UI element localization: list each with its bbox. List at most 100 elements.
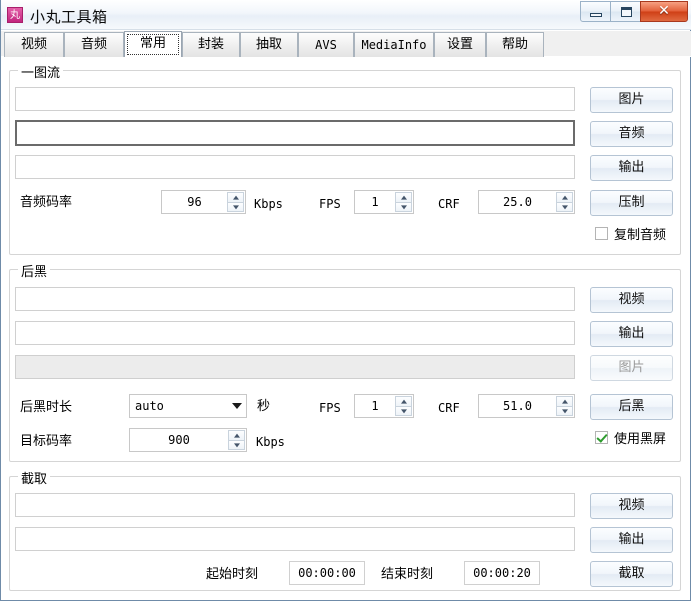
onepic-fps-spin-buttons[interactable] [395,192,412,212]
onepic-audio-bitrate-label: 音频码率 [20,195,73,210]
blacktail-kbps-label: Kbps [256,435,285,449]
group-one-pic-stream-title: 一图流 [18,62,64,81]
onepic-image-button[interactable]: 图片 [590,87,673,113]
tab-mux[interactable]: 封装 [182,32,240,57]
window-title: 小丸工具箱 [30,8,108,26]
onepic-crf-label: CRF [438,197,460,211]
blacktail-crf-label: CRF [438,401,460,415]
onepic-copy-audio-checkbox[interactable]: 复制音频 [595,224,666,243]
onepic-audio-path-input[interactable] [15,120,575,146]
blacktail-duration-select[interactable]: auto [129,394,247,418]
blacktail-crf-up-button[interactable] [556,396,573,406]
cut-end-time-input[interactable]: 00:00:20 [464,561,540,585]
onepic-fps-down-button[interactable] [395,202,412,212]
close-button[interactable]: ✕ [640,1,688,22]
blacktail-crf-down-button[interactable] [556,406,573,416]
blacktail-output-button[interactable]: 输出 [590,321,673,347]
blacktail-video-path-input[interactable] [15,287,575,311]
onepic-fps-up-button[interactable] [395,192,412,202]
cut-output-button[interactable]: 输出 [590,527,673,553]
blacktail-use-black-screen-checkbox-box[interactable] [595,431,608,444]
blacktail-use-black-screen-checkbox[interactable]: 使用黑屏 [595,428,666,447]
blacktail-run-button[interactable]: 后黑 [590,394,673,420]
tab-help[interactable]: 帮助 [486,32,544,57]
tab-mediainfo[interactable]: MediaInfo [354,32,434,57]
cut-output-path-input[interactable] [15,527,575,551]
blacktail-target-bitrate-stepper[interactable]: 900 [129,428,247,452]
onepic-crf-down-button[interactable] [556,202,573,212]
onepic-crf-stepper[interactable]: 25.0 [478,190,575,214]
title-bar: 丸 小丸工具箱 ✕ [1,0,691,30]
onepic-audio-bitrate-stepper[interactable]: 96 [161,190,246,214]
blacktail-fps-up-button[interactable] [395,396,412,406]
chevron-up-icon [232,195,239,200]
onepic-crf-value: 25.0 [503,195,532,209]
close-icon: ✕ [658,3,670,19]
app-icon: 丸 [7,7,23,23]
blacktail-fps-stepper[interactable]: 1 [354,394,414,418]
tab-extract[interactable]: 抽取 [240,32,298,57]
chevron-down-icon[interactable] [232,403,242,409]
blacktail-duration-value: auto [135,399,164,413]
maximize-icon [621,7,632,17]
cut-start-time-input[interactable]: 00:00:00 [289,561,365,585]
onepic-crf-spin-buttons[interactable] [556,192,573,212]
group-cut-title: 截取 [18,468,51,487]
minimize-button[interactable] [580,1,611,22]
blacktail-target-bitrate-spin-buttons[interactable] [228,430,245,450]
blacktail-crf-stepper[interactable]: 51.0 [478,394,575,418]
group-black-tail-title: 后黑 [18,261,51,280]
chevron-down-icon [232,205,239,210]
tab-strip: 视频 音频 常用 封装 抽取 AVS MediaInfo 设置 帮助 [1,31,691,57]
chevron-down-icon [400,409,407,414]
cut-video-button[interactable]: 视频 [590,493,673,519]
blacktail-fps-spin-buttons[interactable] [395,396,412,416]
main-window: 丸 小丸工具箱 ✕ 视频 音频 常用 封装 抽取 AVS MediaInfo 设… [0,0,691,601]
blacktail-image-path-input [15,355,575,379]
maximize-button[interactable] [610,1,641,22]
chevron-down-icon [561,205,568,210]
chevron-down-icon [561,409,568,414]
cut-video-path-input[interactable] [15,493,575,517]
onepic-audio-bitrate-up-button[interactable] [227,192,244,202]
blacktail-output-path-input[interactable] [15,321,575,345]
tab-settings[interactable]: 设置 [434,32,486,57]
blacktail-crf-spin-buttons[interactable] [556,396,573,416]
tab-audio[interactable]: 音频 [64,32,124,57]
tab-common[interactable]: 常用 [124,31,182,57]
blacktail-target-bitrate-up-button[interactable] [228,430,245,440]
minimize-icon [590,13,602,17]
blacktail-target-bitrate-value: 900 [168,433,190,447]
onepic-audio-bitrate-down-button[interactable] [227,202,244,212]
blacktail-target-bitrate-label: 目标码率 [20,434,73,449]
onepic-fps-label: FPS [319,197,341,211]
onepic-fps-stepper[interactable]: 1 [354,190,414,214]
onepic-audio-button[interactable]: 音频 [590,121,673,147]
onepic-image-path-input[interactable] [15,87,575,111]
blacktail-fps-down-button[interactable] [395,406,412,416]
tab-avs[interactable]: AVS [298,32,354,57]
window-controls: ✕ [580,1,688,24]
blacktail-seconds-label: 秒 [257,399,271,414]
onepic-fps-value: 1 [371,195,379,209]
blacktail-image-button: 图片 [590,355,673,381]
blacktail-duration-label: 后黑时长 [20,400,73,415]
onepic-crf-up-button[interactable] [556,192,573,202]
onepic-kbps-label: Kbps [254,197,283,211]
onepic-copy-audio-checkbox-box[interactable] [595,227,608,240]
chevron-up-icon [561,195,568,200]
onepic-encode-button[interactable]: 压制 [590,190,673,216]
chevron-up-icon [561,399,568,404]
blacktail-video-button[interactable]: 视频 [590,287,673,313]
blacktail-fps-value: 1 [371,399,379,413]
blacktail-target-bitrate-down-button[interactable] [228,440,245,450]
cut-start-time-label: 起始时刻 [206,567,259,582]
onepic-output-button[interactable]: 输出 [590,155,673,181]
onepic-audio-bitrate-spin-buttons[interactable] [227,192,244,212]
cut-run-button[interactable]: 截取 [590,561,673,587]
onepic-output-path-input[interactable] [15,155,575,179]
chevron-down-icon [400,205,407,210]
tab-video[interactable]: 视频 [4,32,64,57]
onepic-copy-audio-label: 复制音频 [614,228,667,243]
blacktail-use-black-screen-label: 使用黑屏 [614,432,667,447]
